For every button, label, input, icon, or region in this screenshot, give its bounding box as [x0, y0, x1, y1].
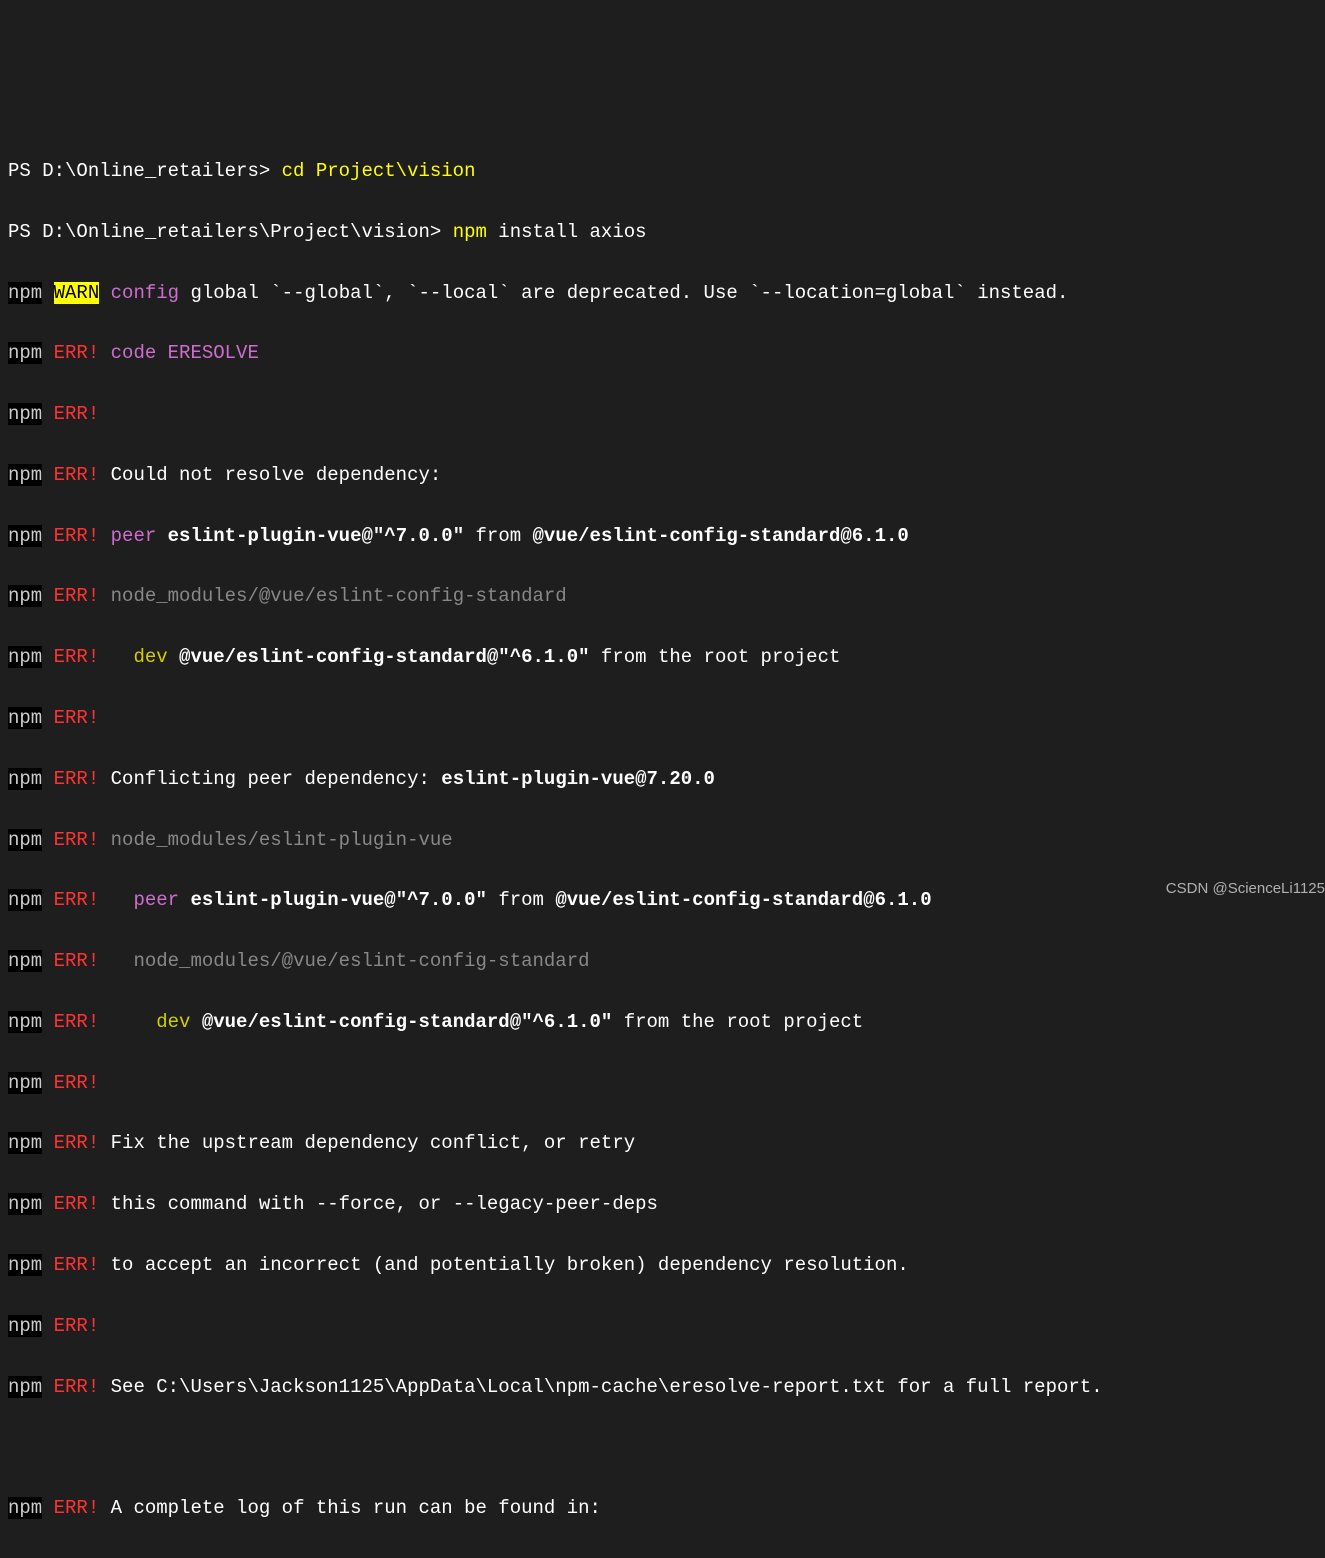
npm-err-line: npm ERR! dev @vue/eslint-config-standard…: [8, 642, 1325, 672]
warn-config: config: [99, 282, 179, 304]
err-tag: ERR!: [54, 1072, 100, 1094]
npm-err-line: npm ERR! peer eslint-plugin-vue@"^7.0.0"…: [8, 885, 1325, 915]
npm-err-line: npm ERR! dev @vue/eslint-config-standard…: [8, 1007, 1325, 1037]
err-tag: ERR!: [54, 403, 100, 425]
npm-warn-line: npm WARN config global `--global`, `--lo…: [8, 278, 1325, 308]
terminal-window[interactable]: PS D:\Online_retailers> cd Project\visio…: [8, 126, 1325, 905]
npm-err-line: npm ERR! See C:\Users\Jackson1125\AppDat…: [8, 1372, 1325, 1402]
err-tag: ERR!: [54, 464, 100, 486]
err-tag: ERR!: [54, 646, 100, 668]
prompt-path: PS D:\Online_retailers>: [8, 160, 282, 182]
npm-err-line: npm ERR! node_modules/@vue/eslint-config…: [8, 946, 1325, 976]
npm-tag: npm: [8, 585, 42, 607]
watermark: CSDN @ScienceLi1125: [1166, 877, 1325, 901]
prompt-path: PS D:\Online_retailers\Project\vision>: [8, 221, 453, 243]
pkg-name: @vue/eslint-config-standard@"^6.1.0": [168, 646, 590, 668]
from-text: from: [487, 889, 555, 911]
err-tag: ERR!: [54, 1132, 100, 1154]
npm-tag: npm: [8, 1254, 42, 1276]
err-text: this command with --force, or --legacy-p…: [99, 1193, 658, 1215]
npm-err-line: npm ERR! C:\Users\Jackson1125\AppData\Lo…: [8, 1554, 1325, 1558]
npm-err-line: npm ERR! Could not resolve dependency:: [8, 460, 1325, 490]
node-modules-path: node_modules/@vue/eslint-config-standard: [99, 950, 589, 972]
pkg-name: eslint-plugin-vue@"^7.0.0": [156, 525, 464, 547]
npm-err-line: npm ERR! code ERESOLVE: [8, 338, 1325, 368]
npm-tag: npm: [8, 829, 42, 851]
err-tag: ERR!: [54, 889, 100, 911]
npm-err-line: npm ERR! peer eslint-plugin-vue@"^7.0.0"…: [8, 521, 1325, 551]
npm-tag: npm: [8, 282, 42, 304]
warn-text: global `--global`, `--local` are depreca…: [179, 282, 1068, 304]
prompt-line-1: PS D:\Online_retailers> cd Project\visio…: [8, 156, 1325, 186]
npm-tag: npm: [8, 646, 42, 668]
npm-tag: npm: [8, 1132, 42, 1154]
blank-line: [8, 1432, 1325, 1462]
from-text: from the root project: [612, 1011, 863, 1033]
npm-tag: npm: [8, 889, 42, 911]
peer-keyword: peer: [99, 525, 156, 547]
err-tag: ERR!: [54, 585, 100, 607]
err-code: code ERESOLVE: [99, 342, 259, 364]
warn-tag: WARN: [54, 282, 100, 304]
npm-err-line: npm ERR!: [8, 1311, 1325, 1341]
err-text: Could not resolve dependency:: [99, 464, 441, 486]
npm-tag: npm: [8, 464, 42, 486]
from-text: from the root project: [590, 646, 841, 668]
err-tag: ERR!: [54, 1254, 100, 1276]
prompt-line-2: PS D:\Online_retailers\Project\vision> n…: [8, 217, 1325, 247]
npm-tag: npm: [8, 403, 42, 425]
npm-tag: npm: [8, 707, 42, 729]
npm-err-line: npm ERR!: [8, 1068, 1325, 1098]
npm-err-line: npm ERR! Fix the upstream dependency con…: [8, 1128, 1325, 1158]
npm-tag: npm: [8, 1072, 42, 1094]
err-tag: ERR!: [54, 1376, 100, 1398]
npm-tag: npm: [8, 950, 42, 972]
pkg-name: @vue/eslint-config-standard@"^6.1.0": [190, 1011, 612, 1033]
dev-keyword: dev: [99, 1011, 190, 1033]
command-npm: npm: [453, 221, 487, 243]
err-tag: ERR!: [54, 1497, 100, 1519]
node-modules-path: node_modules/eslint-plugin-vue: [99, 829, 452, 851]
err-text: See C:\Users\Jackson1125\AppData\Local\n…: [99, 1376, 1102, 1398]
err-tag: ERR!: [54, 950, 100, 972]
npm-err-line: npm ERR! node_modules/@vue/eslint-config…: [8, 581, 1325, 611]
npm-err-line: npm ERR! A complete log of this run can …: [8, 1493, 1325, 1523]
err-tag: ERR!: [54, 707, 100, 729]
err-text: Fix the upstream dependency conflict, or…: [99, 1132, 635, 1154]
npm-tag: npm: [8, 1193, 42, 1215]
err-tag: ERR!: [54, 525, 100, 547]
node-modules-path: node_modules/@vue/eslint-config-standard: [99, 585, 566, 607]
from-text: from: [464, 525, 532, 547]
npm-err-line: npm ERR!: [8, 703, 1325, 733]
command-args: install axios: [487, 221, 647, 243]
npm-err-line: npm ERR! this command with --force, or -…: [8, 1189, 1325, 1219]
err-tag: ERR!: [54, 1011, 100, 1033]
npm-tag: npm: [8, 342, 42, 364]
npm-err-line: npm ERR! to accept an incorrect (and pot…: [8, 1250, 1325, 1280]
err-text: A complete log of this run can be found …: [99, 1497, 601, 1519]
npm-tag: npm: [8, 1497, 42, 1519]
npm-tag: npm: [8, 1315, 42, 1337]
err-tag: ERR!: [54, 1315, 100, 1337]
npm-tag: npm: [8, 525, 42, 547]
pkg-name: eslint-plugin-vue@"^7.0.0": [179, 889, 487, 911]
err-tag: ERR!: [54, 829, 100, 851]
command-cd: cd Project\vision: [282, 160, 476, 182]
npm-tag: npm: [8, 1011, 42, 1033]
npm-err-line: npm ERR! node_modules/eslint-plugin-vue: [8, 825, 1325, 855]
pkg-name: @vue/eslint-config-standard@6.1.0: [533, 525, 909, 547]
err-text: to accept an incorrect (and potentially …: [99, 1254, 909, 1276]
npm-err-line: npm ERR!: [8, 399, 1325, 429]
err-tag: ERR!: [54, 342, 100, 364]
pkg-name: @vue/eslint-config-standard@6.1.0: [555, 889, 931, 911]
dev-keyword: dev: [99, 646, 167, 668]
err-tag: ERR!: [54, 1193, 100, 1215]
peer-keyword: peer: [99, 889, 179, 911]
npm-tag: npm: [8, 1376, 42, 1398]
